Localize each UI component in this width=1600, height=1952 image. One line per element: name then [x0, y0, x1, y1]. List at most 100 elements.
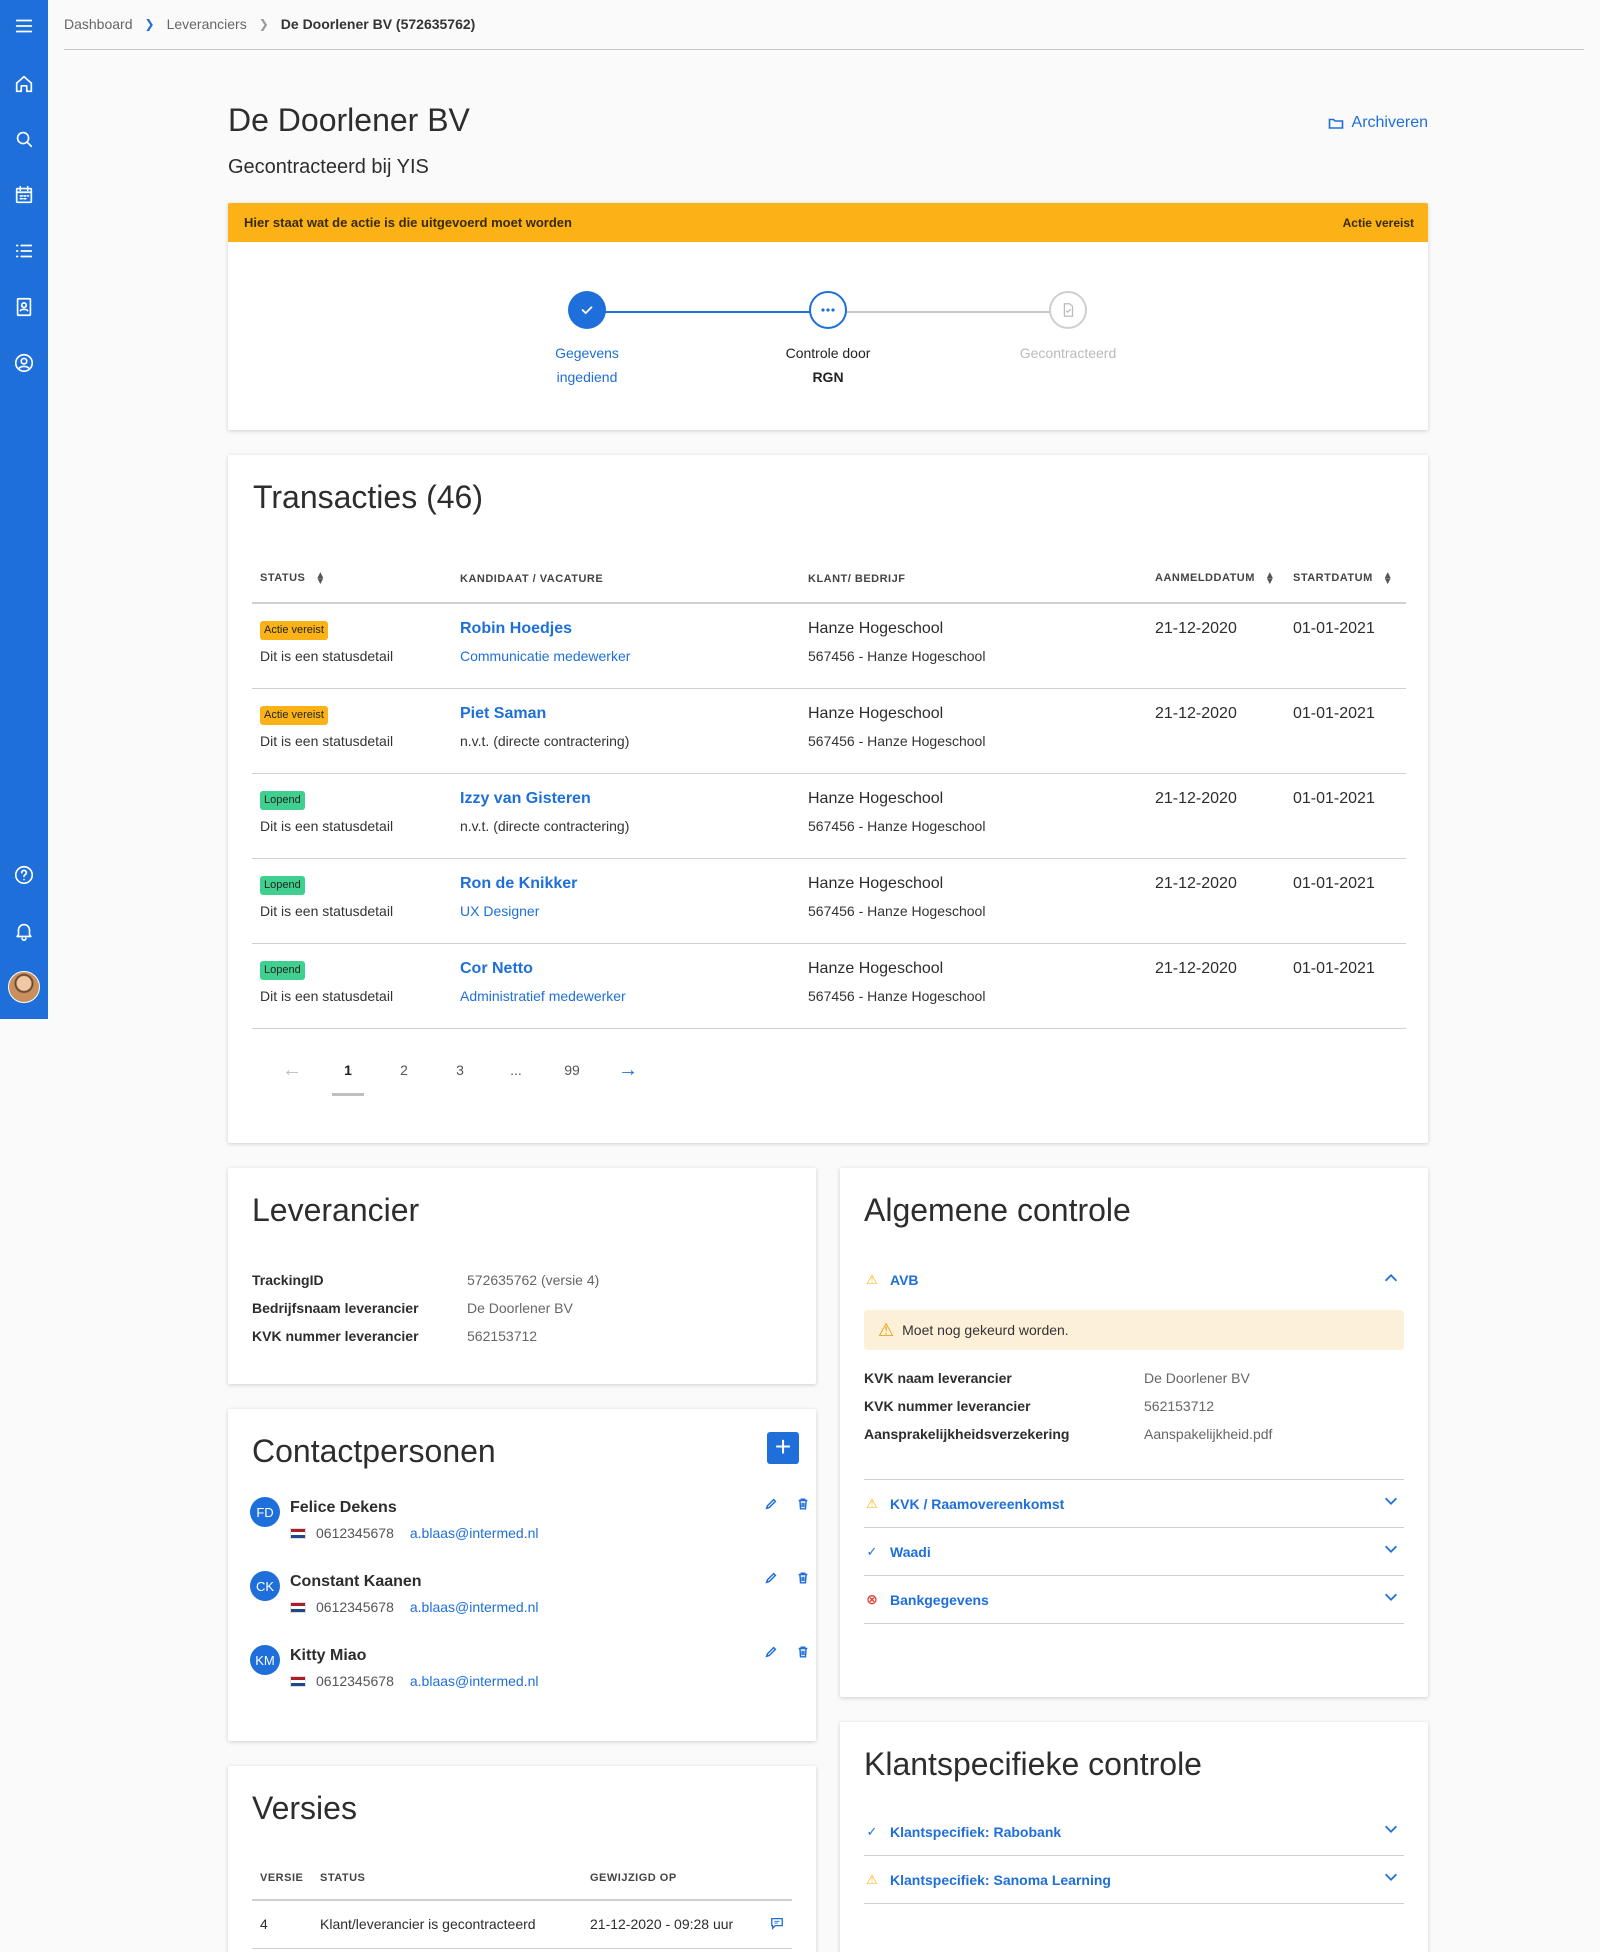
- start-date-cell: 01-01-2021: [1285, 688, 1406, 774]
- edit-icon[interactable]: [764, 1645, 778, 1659]
- accordion-item[interactable]: ✓ Klantspecifiek: Rabobank: [864, 1808, 1404, 1856]
- candidate-link[interactable]: Robin Hoedjes: [460, 620, 800, 638]
- user-avatar[interactable]: [8, 971, 40, 1003]
- chevron-down-icon[interactable]: [1382, 1540, 1400, 1563]
- chevron-down-icon[interactable]: [1382, 1492, 1400, 1515]
- accordion-item[interactable]: ⊗ Bankgegevens: [864, 1576, 1404, 1624]
- sort-icon[interactable]: ▲ ▼: [1265, 570, 1275, 586]
- page-button[interactable]: 99: [544, 1062, 600, 1078]
- check-icon: [568, 291, 606, 329]
- avatar: KM: [250, 1645, 280, 1675]
- client-check-card: Klantspecifieke controle ✓ Klantspecifiek…: [840, 1722, 1428, 1952]
- client-cell: Hanze Hogeschool 567456 - Hanze Hogeschoo…: [800, 858, 1147, 944]
- column-header-modified: GEWIJZIGD OP: [582, 1856, 762, 1901]
- chevron-down-icon[interactable]: [1382, 1820, 1400, 1843]
- list-icon[interactable]: [12, 239, 36, 263]
- sort-icon[interactable]: ▲ ▼: [1383, 570, 1393, 586]
- client-cell: Hanze Hogeschool 567456 - Hanze Hogeschoo…: [800, 603, 1147, 689]
- breadcrumb-leveranciers[interactable]: Leveranciers: [167, 16, 247, 32]
- edit-icon[interactable]: [764, 1571, 778, 1585]
- add-contact-button[interactable]: +: [767, 1432, 799, 1464]
- field-value: 562153712: [467, 1328, 538, 1344]
- vacancy-link[interactable]: UX Designer: [460, 903, 800, 919]
- account-icon[interactable]: [12, 351, 36, 375]
- bell-icon[interactable]: [12, 919, 36, 943]
- candidate-link[interactable]: Cor Netto: [460, 960, 800, 978]
- trash-icon[interactable]: [796, 1497, 810, 1511]
- search-icon[interactable]: [12, 127, 36, 151]
- table-row[interactable]: Actie vereist Dit is een statusdetail Piet…: [252, 688, 1406, 774]
- field-value: De Doorlener BV: [467, 1300, 573, 1316]
- field-label: TrackingID: [252, 1272, 324, 1288]
- page-button[interactable]: 1: [320, 1062, 376, 1096]
- version-modified: 21-12-2020 - 09:28 uur: [582, 1900, 762, 1949]
- archive-button[interactable]: Archiveren: [1328, 114, 1428, 132]
- prev-page-button[interactable]: ←: [264, 1059, 320, 1082]
- check-icon: ✓: [866, 1823, 878, 1839]
- vacancy-link[interactable]: Communicatie medewerker: [460, 648, 800, 664]
- accordion-label: Waadi: [890, 1543, 931, 1560]
- vacancy-link[interactable]: Administratief medewerker: [460, 988, 800, 1004]
- menu-icon[interactable]: [12, 14, 36, 38]
- accordion-item[interactable]: ✓ Waadi: [864, 1528, 1404, 1576]
- table-row[interactable]: Lopend Dit is een statusdetail Ron de Knik…: [252, 858, 1406, 944]
- page-button[interactable]: 3: [432, 1062, 488, 1078]
- accordion-item[interactable]: ⚠ KVK / Raamovereenkomst: [864, 1480, 1404, 1528]
- status-detail: Dit is een statusdetail: [260, 648, 394, 664]
- check-icon: ✓: [866, 1543, 878, 1559]
- accordion-item[interactable]: ⚠ Klantspecifiek: Sanoma Learning: [864, 1856, 1404, 1904]
- chevron-down-icon[interactable]: [1382, 1868, 1400, 1891]
- general-check-card: Algemene controle ⚠ AVB ⚠ Moet nog gekeur…: [840, 1168, 1428, 1697]
- chevron-down-icon[interactable]: [1382, 1588, 1400, 1611]
- chevron-up-icon[interactable]: [1382, 1269, 1400, 1292]
- contacts-icon[interactable]: [12, 295, 36, 319]
- comment-icon[interactable]: [762, 1900, 792, 1949]
- calendar-icon[interactable]: [12, 183, 36, 207]
- client-cell: Hanze Hogeschool 567456 - Hanze Hogeschoo…: [800, 773, 1147, 859]
- sort-icon[interactable]: ▲ ▼: [315, 570, 325, 586]
- client-check-accordion: ✓ Klantspecifiek: Rabobank ⚠ Klantspecifiek…: [864, 1808, 1404, 1904]
- edit-icon[interactable]: [764, 1497, 778, 1511]
- trash-icon[interactable]: [796, 1645, 810, 1659]
- breadcrumb-dashboard[interactable]: Dashboard: [64, 16, 133, 32]
- step-contracted: Gecontracteerd: [998, 291, 1138, 365]
- next-page-button[interactable]: →: [600, 1059, 656, 1082]
- folder-icon: [1328, 118, 1343, 129]
- column-header-signup-date[interactable]: AANMELDDATUM ▲ ▼: [1147, 555, 1285, 604]
- contact-email-link[interactable]: a.blaas@intermed.nl: [410, 1673, 539, 1689]
- contact-email-link[interactable]: a.blaas@intermed.nl: [410, 1525, 539, 1541]
- contact-email-link[interactable]: a.blaas@intermed.nl: [410, 1599, 539, 1615]
- trash-icon[interactable]: [796, 1571, 810, 1585]
- table-row[interactable]: Lopend Dit is een statusdetail Cor Netto Ad…: [252, 943, 1406, 1029]
- candidate-link[interactable]: Ron de Knikker: [460, 875, 800, 893]
- field-value: De Doorlener BV: [1144, 1370, 1250, 1386]
- contacts-title: Contactpersonen: [252, 1433, 496, 1469]
- candidate-link[interactable]: Piet Saman: [460, 705, 800, 723]
- column-label: STATUS: [260, 572, 306, 585]
- field-label: KVK nummer leverancier: [252, 1328, 419, 1344]
- document-link[interactable]: Aanspakelijkheid.pdf: [1144, 1426, 1272, 1442]
- candidate-cell: Robin Hoedjes Communicatie medewerker: [452, 603, 800, 689]
- page-title: De Doorlener BV: [228, 102, 470, 138]
- table-row[interactable]: Lopend Dit is een statusdetail Izzy van Gi…: [252, 773, 1406, 859]
- status-cell: Lopend Dit is een statusdetail: [252, 858, 452, 944]
- column-header-start-date[interactable]: STARTDATUM ▲ ▼: [1285, 555, 1406, 604]
- home-icon[interactable]: [12, 72, 36, 96]
- column-header-status[interactable]: STATUS ▲ ▼: [252, 555, 452, 604]
- field-value: 572635762 (versie 4): [467, 1272, 600, 1288]
- company-name: Hanze Hogeschool: [808, 704, 944, 722]
- candidate-link[interactable]: Izzy van Gisteren: [460, 790, 800, 808]
- column-header-status: STATUS: [312, 1856, 582, 1901]
- warning-text: Moet nog gekeurd worden.: [902, 1322, 1069, 1338]
- page-button[interactable]: 2: [376, 1062, 432, 1078]
- divider: [864, 1448, 1404, 1480]
- divider: [64, 49, 1584, 50]
- help-icon[interactable]: [12, 863, 36, 887]
- company-detail: 567456 - Hanze Hogeschool: [808, 902, 986, 919]
- accordion-item-avb[interactable]: ⚠ AVB: [864, 1256, 1404, 1304]
- step-label: Gecontracteerd: [1019, 345, 1117, 361]
- status-badge: Lopend: [260, 790, 305, 810]
- accordion-label: KVK / Raamovereenkomst: [890, 1495, 1065, 1512]
- table-row[interactable]: Actie vereist Dit is een statusdetail Robi…: [252, 603, 1406, 689]
- nl-flag-icon: [290, 1601, 306, 1613]
